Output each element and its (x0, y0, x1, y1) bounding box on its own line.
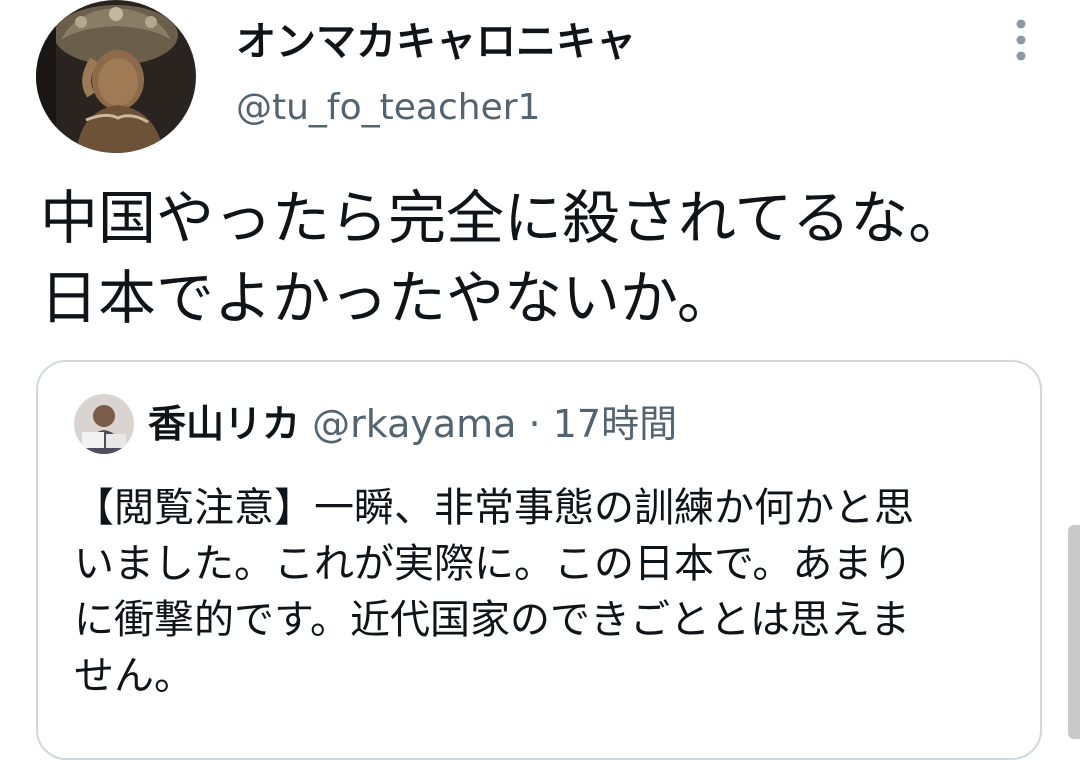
buddha-statue-avatar-image (36, 0, 196, 153)
scrollbar-thumb[interactable] (1068, 525, 1080, 739)
quoted-author-name: 香山リカ (148, 402, 301, 446)
quoted-tweet-card[interactable]: 香山リカ @rkayama · 17時間 【閲覧注意】一瞬、非常事態の訓練か何か… (36, 360, 1042, 760)
quoted-tweet-timestamp: 17時間 (552, 402, 678, 446)
quoted-tweet-header: 香山リカ @rkayama · 17時間 (148, 398, 677, 450)
tweet-text: 中国やったら完全に殺されてるな。 日本でよかったやないか。 (40, 178, 1070, 338)
person-photo-avatar-image (74, 394, 134, 454)
more-options-button[interactable] (1004, 16, 1038, 64)
author-avatar[interactable] (36, 0, 196, 153)
quoted-text-line: いました。これが実際に。この日本で。あまり (74, 541, 913, 587)
tweet-text-line: 日本でよかったやないか。 (40, 264, 735, 332)
quoted-text-line: せん。 (74, 653, 194, 699)
quoted-text-line: 【閲覧注意】一瞬、非常事態の訓練か何かと思 (74, 485, 914, 531)
quoted-author-handle: @rkayama (312, 402, 517, 446)
author-handle[interactable]: @tu_fo_teacher1 (236, 85, 540, 131)
quoted-author-avatar (74, 394, 134, 454)
quoted-text-line: に衝撃的です。近代国家のできごととは思えま (74, 597, 910, 643)
more-vertical-icon (1016, 19, 1026, 61)
author-display-name[interactable]: オンマカキャロニキャ (236, 18, 636, 66)
quoted-tweet-text: 【閲覧注意】一瞬、非常事態の訓練か何かと思 いました。これが実際に。この日本で。… (74, 480, 1014, 704)
header-separator: · (528, 402, 541, 446)
tweet-text-line: 中国やったら完全に殺されてるな。 (40, 184, 967, 252)
